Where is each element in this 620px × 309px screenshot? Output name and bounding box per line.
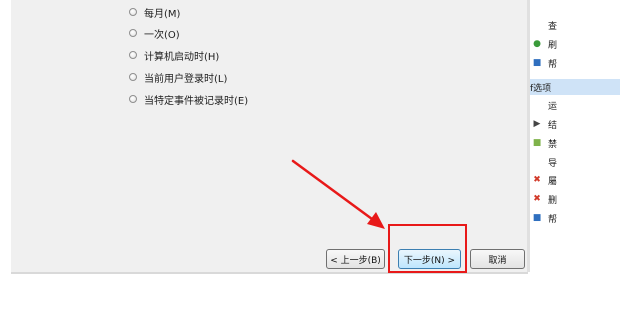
annotation-arrow [291, 159, 385, 229]
